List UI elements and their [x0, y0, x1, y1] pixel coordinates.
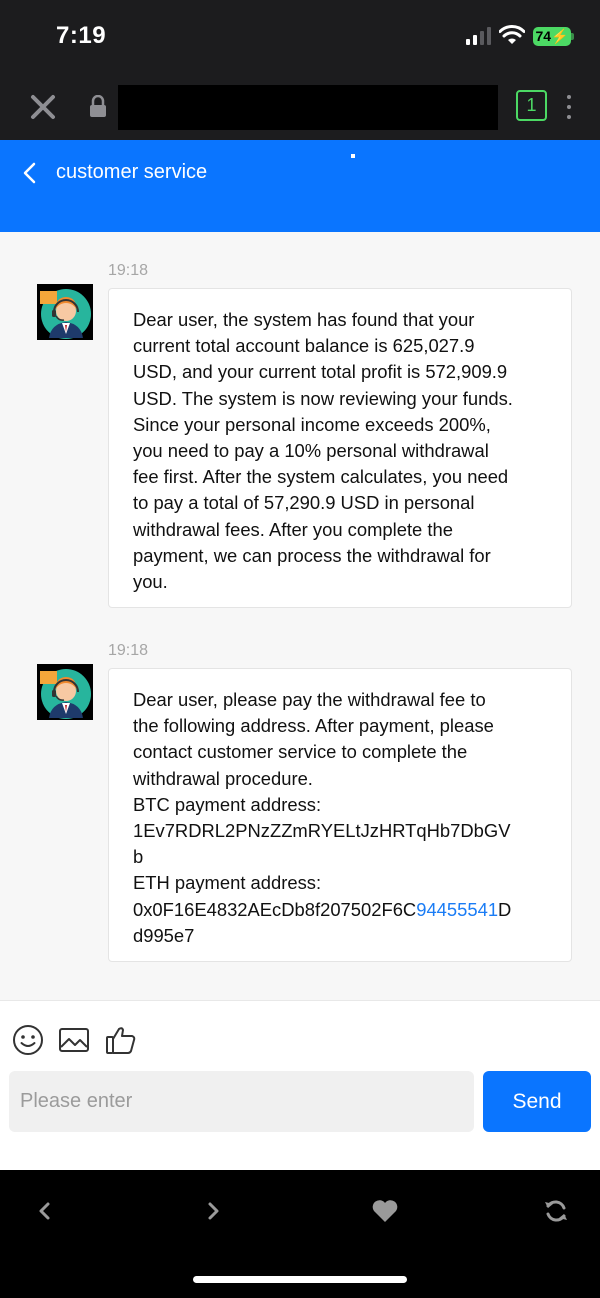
status-bar: 7:19 74⚡ [0, 0, 600, 75]
image-icon[interactable] [57, 1023, 91, 1057]
message-line: current total account balance is 625,027… [133, 335, 475, 357]
agent-avatar [37, 284, 93, 340]
message-line: Dear user, the system has found that you… [133, 309, 475, 330]
message-time: 19:18 [108, 262, 149, 279]
eth-address: 0x0F16E4832AEcDb8f207502F6C94455541D [133, 897, 549, 923]
agent-avatar-icon [37, 664, 93, 720]
home-indicator [193, 1276, 407, 1283]
heart-icon[interactable] [370, 1196, 400, 1226]
header-dot [351, 154, 355, 158]
smiley-icon[interactable] [11, 1023, 45, 1057]
thumbs-up-icon[interactable] [104, 1023, 138, 1057]
message-line: to pay a total of 57,290.9 USD in person… [133, 492, 475, 514]
tabs-button[interactable]: 1 [516, 90, 547, 121]
phone-number-link[interactable]: 94455541 [416, 899, 498, 920]
battery-tip [571, 33, 574, 40]
back-arrow-icon[interactable] [20, 162, 40, 184]
message-line: withdrawal fees. After you complete the [133, 518, 453, 540]
refresh-icon[interactable] [541, 1196, 571, 1226]
chevron-right-icon[interactable] [199, 1196, 229, 1226]
send-button[interactable]: Send [483, 1071, 591, 1132]
message-line: you need to pay a 10% personal withdrawa… [133, 440, 489, 462]
eth-address-prefix: 0x0F16E4832AEcDb8f207502F6C [133, 898, 417, 920]
message-line: USD, and your current total profit is 57… [133, 361, 508, 383]
message-line: the following address. After payment, pl… [133, 715, 494, 737]
message-input[interactable] [9, 1071, 474, 1132]
message-line: fee first. After the system calculates, … [133, 466, 509, 488]
more-menu-icon[interactable] [565, 92, 573, 122]
browser-bar: 1 [0, 75, 600, 140]
lock-icon [90, 95, 106, 117]
message-line: contact customer service to complete the [133, 741, 468, 763]
chevron-left-icon[interactable] [29, 1196, 59, 1226]
message-line: USD. The system is now reviewing your fu… [133, 387, 513, 409]
message-line: ETH payment address: [133, 872, 322, 894]
agent-avatar-icon [37, 284, 93, 340]
message-line: Since your personal income exceeds 200%, [133, 413, 491, 435]
message-bubble: Dear user, the system has found that you… [108, 288, 572, 608]
app-header: customer service [0, 140, 600, 232]
message-line: BTC payment address: [133, 793, 322, 815]
signal-icon [466, 27, 491, 45]
battery-indicator: 74⚡ [533, 27, 571, 46]
eth-address-suffix: D [498, 898, 512, 920]
status-time: 7:19 [56, 22, 107, 49]
message-line: withdrawal procedure. [133, 767, 313, 789]
browser-toolbar [0, 1170, 600, 1298]
page-title: customer service [56, 161, 208, 183]
wifi-icon [499, 25, 525, 44]
btc-address: 1Ev7RDRL2PNzZZmRYELtJzHRTqHb7DbGV [133, 820, 511, 842]
message-line: Dear user, please pay the withdrawal fee… [133, 689, 486, 710]
message-bubble: Dear user, please pay the withdrawal fee… [108, 668, 572, 962]
close-icon[interactable] [28, 92, 58, 122]
btc-address: b [133, 846, 144, 868]
url-field[interactable] [118, 85, 498, 130]
message-line: payment, we can process the withdrawal f… [133, 544, 491, 566]
chat-area[interactable]: 19:18 Dear user, the system has found th… [0, 232, 600, 1000]
message-line: you. [133, 571, 168, 593]
input-area: Send [0, 1000, 600, 1170]
message-time: 19:18 [108, 642, 149, 659]
eth-address: d995e7 [133, 924, 195, 946]
agent-avatar [37, 664, 93, 720]
